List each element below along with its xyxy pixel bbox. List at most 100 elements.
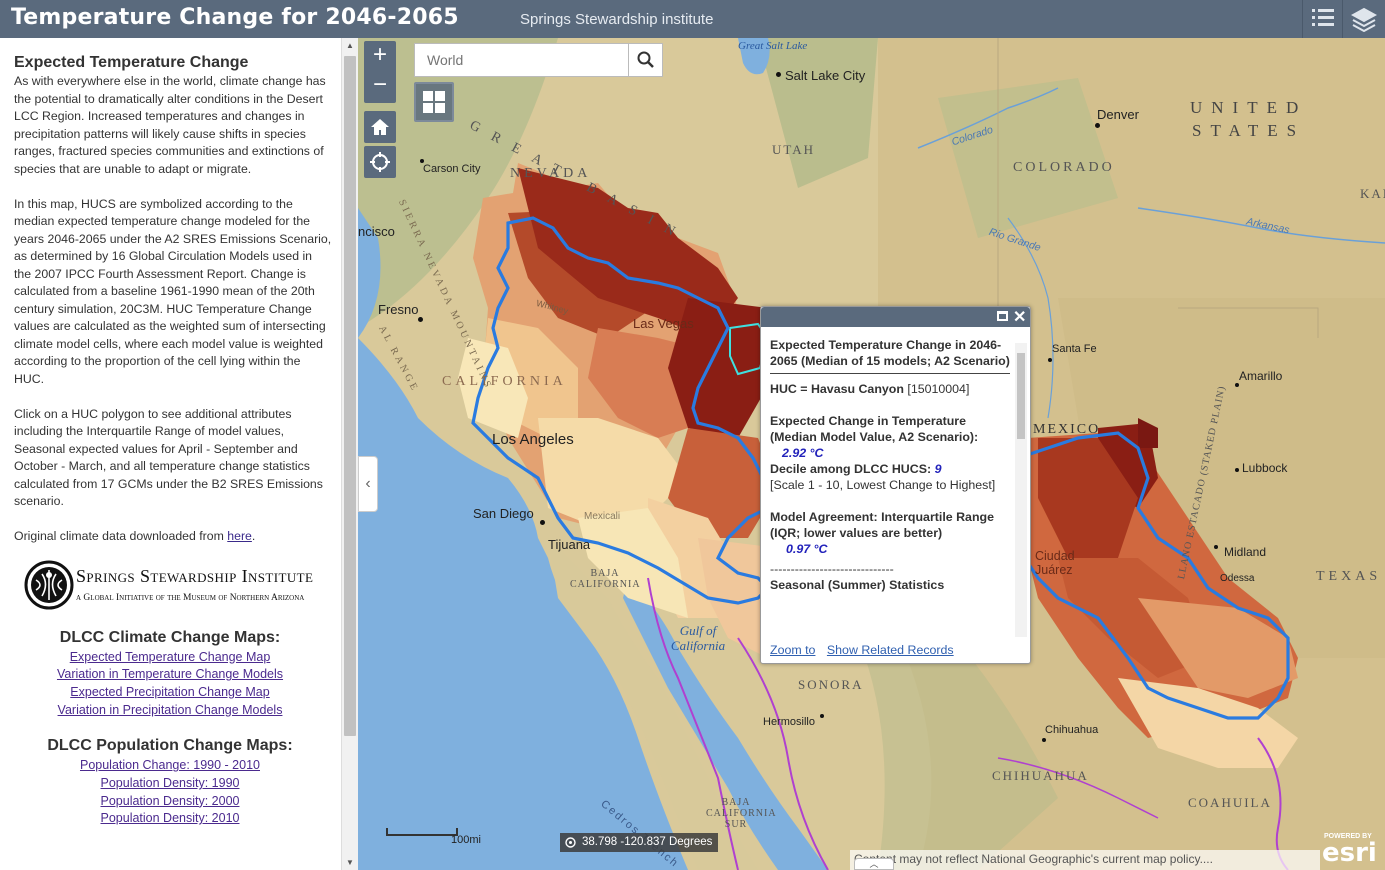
- crosshair-icon: [565, 837, 576, 848]
- popup-titlebar: ✕: [761, 307, 1030, 327]
- ssi-emblem-icon: [24, 560, 74, 609]
- app-header: Temperature Change for 2046-2065 Springs…: [0, 0, 1385, 38]
- label-odessa: Odessa: [1220, 573, 1255, 584]
- link-variation-temperature[interactable]: Variation in Temperature Change Models: [8, 666, 332, 684]
- label-carson-city: Carson City: [423, 163, 481, 175]
- label-san-francisco: ncisco: [358, 224, 395, 239]
- coordinates-display: 38.798 -120.837 Degrees: [560, 833, 719, 852]
- label-colorado-state: COLORADO: [1013, 160, 1115, 175]
- label-great-salt-lake: Great Salt Lake: [738, 40, 808, 52]
- zoom-to-link[interactable]: Zoom to: [770, 643, 815, 657]
- link-density-1990[interactable]: Population Density: 1990: [8, 775, 332, 793]
- home-button[interactable]: [364, 111, 396, 143]
- huc-label: HUC = Havasu Canyon: [770, 382, 904, 396]
- show-related-records-link[interactable]: Show Related Records: [827, 643, 954, 657]
- label-texas: TEXAS: [1316, 569, 1382, 584]
- zoom-out-button[interactable]: −: [364, 71, 396, 101]
- model-agreement-value: 0.97 °C: [786, 542, 828, 556]
- popup-body: Expected Temperature Change in 2046-2065…: [770, 337, 1010, 637]
- label-tijuana: Tijuana: [548, 537, 591, 552]
- search-input[interactable]: [415, 44, 629, 76]
- locate-button[interactable]: [364, 146, 396, 178]
- label-united: UNITED: [1190, 98, 1308, 117]
- search-icon: [637, 51, 654, 68]
- method-paragraph: In this map, HUCS are symbolized accordi…: [14, 196, 332, 386]
- popup-footer: Zoom to Show Related Records: [770, 643, 962, 657]
- link-expected-temperature[interactable]: Expected Temperature Change Map: [8, 649, 332, 667]
- label-utah: UTAH: [772, 142, 816, 157]
- link-expected-precipitation[interactable]: Expected Precipitation Change Map: [8, 684, 332, 702]
- download-link[interactable]: here: [227, 529, 252, 543]
- label-santa-fe: Santa Fe: [1052, 343, 1097, 355]
- label-mexicali: Mexicali: [584, 511, 621, 522]
- popup-scroll-thumb[interactable]: [1017, 353, 1025, 439]
- huc-row: HUC = Havasu Canyon [15010004]: [770, 381, 1010, 397]
- legend-button[interactable]: [1302, 0, 1342, 38]
- model-agreement-label: Model Agreement: Interquartile Range (IQ…: [770, 510, 994, 540]
- label-gulf-of-california: Gulf of California: [670, 623, 726, 653]
- label-hermosillo: Hermosillo: [763, 716, 815, 728]
- esri-logo[interactable]: POWERED BY esri: [1320, 833, 1380, 868]
- link-density-2000[interactable]: Population Density: 2000: [8, 793, 332, 811]
- decile-row: Decile among DLCC HUCS: 9: [770, 462, 942, 476]
- zoom-control: + −: [364, 41, 396, 103]
- label-california: CALIFORNIA: [442, 374, 567, 389]
- basemap-grid-icon: [423, 91, 445, 113]
- climate-maps-section: DLCC Climate Change Maps: Expected Tempe…: [8, 628, 332, 829]
- label-baja-california-sur: BAJA CALIFORNIA SUR: [706, 797, 777, 830]
- scale-label: 100mi: [451, 834, 481, 846]
- sidebar-scroll-thumb[interactable]: [344, 56, 356, 736]
- label-ciudad-juarez: Ciudad Juárez: [1035, 549, 1075, 577]
- search-box: [414, 43, 663, 77]
- popup-divider: ------------------------------: [770, 562, 894, 576]
- label-fresno: Fresno: [378, 302, 419, 317]
- label-san-diego: San Diego: [473, 506, 534, 521]
- home-icon: [371, 119, 389, 135]
- label-lubbock: Lubbock: [1242, 461, 1288, 475]
- popup-scrollbar[interactable]: [1015, 343, 1027, 637]
- layers-icon: [1351, 7, 1377, 32]
- info-popup: ✕ Expected Temperature Change in 2046-20…: [760, 306, 1031, 664]
- decile-value: 9: [934, 462, 942, 476]
- scale-note: [Scale 1 - 10, Lowest Change to Highest]: [770, 478, 996, 492]
- layers-button[interactable]: [1342, 0, 1382, 38]
- label-midland: Midland: [1224, 545, 1267, 559]
- collapse-sidebar-button[interactable]: ‹: [358, 456, 378, 512]
- zoom-in-button[interactable]: +: [364, 41, 396, 71]
- esri-wordmark: esri: [1322, 838, 1377, 868]
- logo-name: Springs Stewardship Institute: [76, 565, 314, 586]
- popup-title: Expected Temperature Change in 2046-2065…: [770, 338, 1010, 368]
- app-subtitle: Springs Stewardship institute: [520, 11, 714, 28]
- scroll-down-icon[interactable]: ▼: [346, 858, 354, 867]
- label-kan: KAN: [1360, 186, 1385, 201]
- label-sonora: SONORA: [798, 677, 864, 692]
- label-states: STATES: [1192, 121, 1306, 140]
- chevron-left-icon: ‹: [365, 475, 371, 492]
- map-view[interactable]: Great Salt Lake Salt Lake City Denver UN…: [358, 38, 1385, 870]
- sidebar-scrollbar[interactable]: ▲ ▼: [341, 38, 358, 870]
- intro-paragraph: As with everywhere else in the world, cl…: [14, 74, 326, 176]
- label-chihuahua-state: CHIHUAHUA: [992, 768, 1089, 783]
- link-population-change[interactable]: Population Change: 1990 - 2010: [8, 757, 332, 775]
- close-icon[interactable]: ✕: [1013, 307, 1026, 327]
- locate-icon: [370, 152, 390, 172]
- expected-change-value: 2.92 °C: [782, 446, 824, 460]
- app-title: Temperature Change for 2046-2065: [11, 5, 459, 30]
- label-new-mexico: MEXICO: [1033, 422, 1101, 437]
- label-las-vegas: Las Vegas: [633, 316, 694, 331]
- maximize-icon[interactable]: [997, 311, 1008, 321]
- label-coahuila: COAHUILA: [1188, 795, 1272, 810]
- expand-attribution-button[interactable]: ︿: [854, 858, 894, 870]
- population-maps-heading: DLCC Population Change Maps:: [47, 737, 293, 755]
- link-density-2010[interactable]: Population Density: 2010: [8, 810, 332, 828]
- search-button[interactable]: [628, 44, 662, 76]
- download-paragraph: Original climate data downloaded from he…: [14, 529, 256, 543]
- logo-tagline: a Global Initiative of the Museum of Nor…: [76, 592, 305, 603]
- scroll-up-icon[interactable]: ▲: [346, 41, 354, 50]
- link-variation-precipitation[interactable]: Variation in Precipitation Change Models: [8, 702, 332, 720]
- scale-bar: [386, 828, 458, 836]
- label-los-angeles: Los Angeles: [492, 431, 574, 448]
- label-salt-lake-city: Salt Lake City: [785, 68, 866, 83]
- list-icon: [1312, 9, 1334, 26]
- basemap-gallery-button[interactable]: [414, 82, 454, 122]
